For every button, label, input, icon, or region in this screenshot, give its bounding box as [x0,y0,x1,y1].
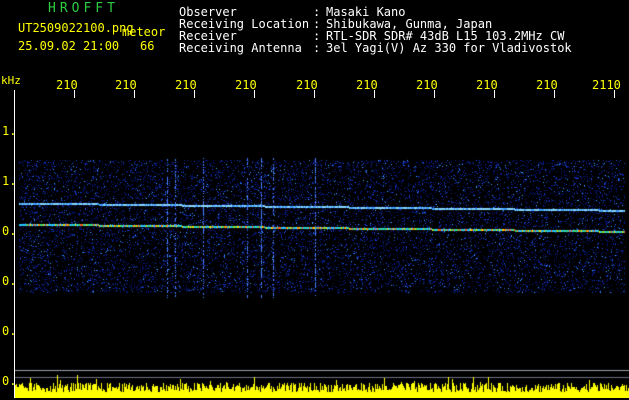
filename-label: UT2509022100.png [18,21,134,35]
value-antenna: 3el Yagi(V) Az 330 for Vladivostok [326,41,572,55]
x-tick-label: 2110 [592,78,621,92]
count-label: 66 [140,39,155,53]
colon: : [313,41,321,55]
label-antenna: Receiving Antenna [179,41,302,55]
spectrogram-panel [14,98,629,398]
tag-label: meteor [122,25,166,39]
x-tick [374,90,375,98]
x-tick [554,90,555,98]
x-tick [314,90,315,98]
x-tick [254,90,255,98]
x-tick [14,90,15,98]
x-tick [194,90,195,98]
x-tick [434,90,435,98]
x-tick [494,90,495,98]
datetime-label: 25.09.02 21:00 [18,39,120,53]
x-tick [74,90,75,98]
y-unit-label: kHz [1,74,21,87]
brand-title: HROFFT [48,1,119,16]
header-panel: HROFFT UT2509022100.png meteor 25.09.02 … [0,0,629,72]
x-tick [134,90,135,98]
spectrogram-canvas [15,98,629,398]
x-tick [614,90,615,98]
